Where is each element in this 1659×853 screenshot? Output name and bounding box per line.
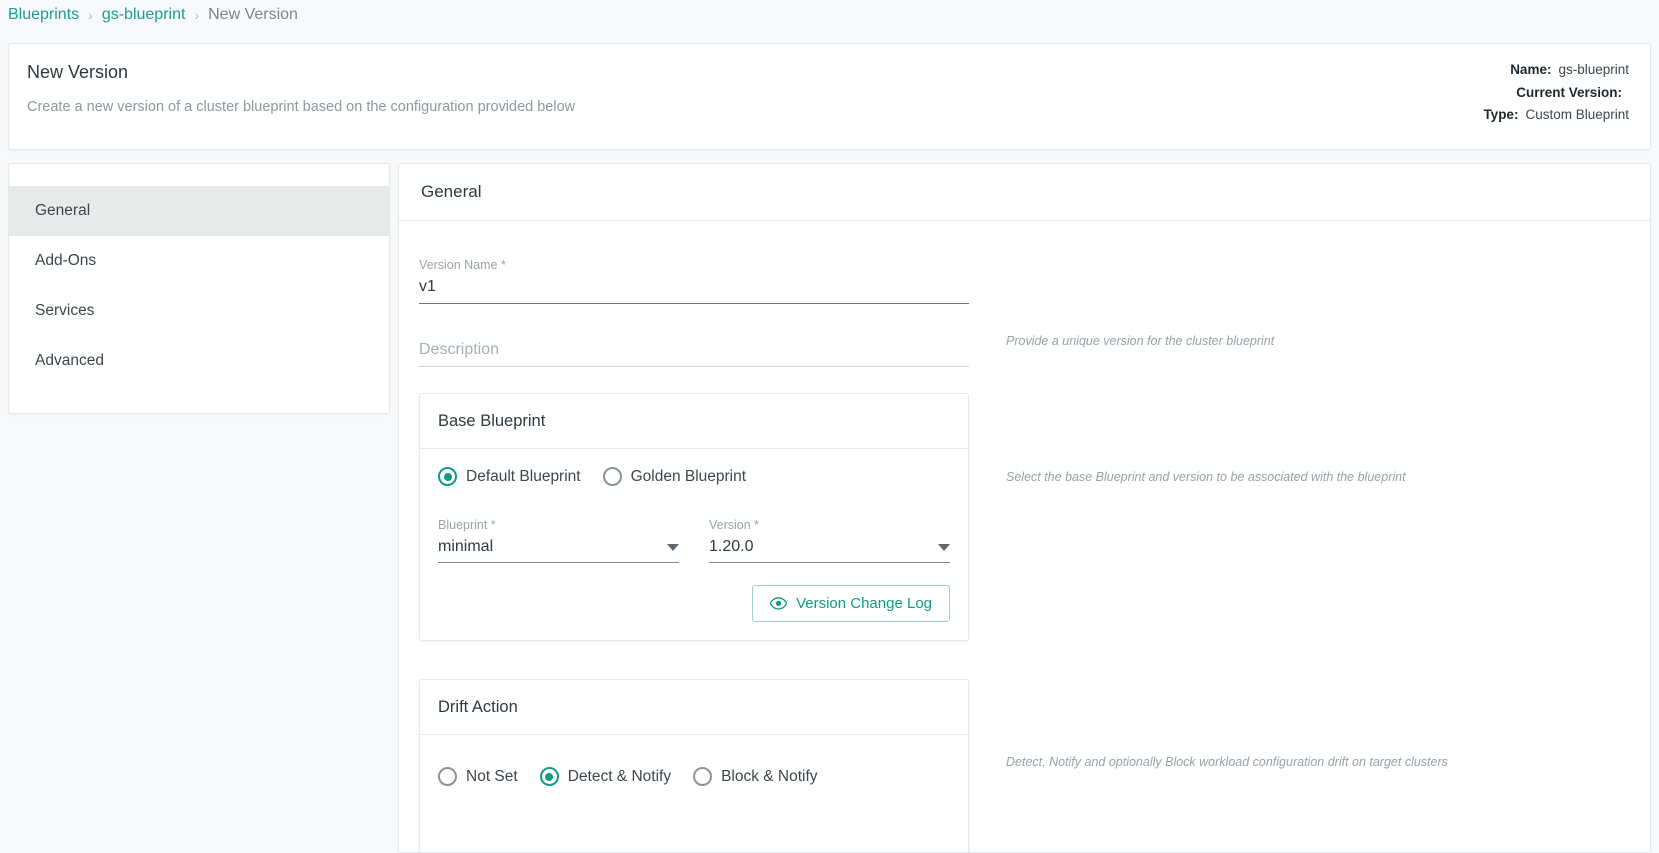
change-log-button-row: Version Change Log [438,585,950,622]
metadata-label-current-version: Current Version: [1516,84,1622,100]
blueprint-select-value: minimal [438,538,494,555]
metadata-row-name: Name: gs-blueprint [1483,59,1629,82]
base-blueprint-title: Base Blueprint [420,394,968,449]
version-name-field-group: Version Name * v1 [419,258,969,304]
radio-option-detect-notify[interactable]: Detect & Notify [539,767,683,786]
breadcrumb-item-gs-blueprint[interactable]: gs-blueprint [102,6,186,24]
blueprint-select[interactable]: minimal [438,538,679,563]
sidebar-item-label: Add-Ons [35,252,97,269]
version-select-group: Version * 1.20.0 [709,518,950,563]
sidebar-item-label: Services [35,302,95,319]
radio-label-not-set: Not Set [466,767,518,785]
breadcrumb-item-new-version: New Version [208,6,298,23]
blueprint-select-label: Blueprint * [438,518,496,532]
general-settings-panel: General Version Name * v1 Provide a uniq… [398,163,1651,853]
description-input[interactable]: Description [419,341,969,367]
drift-action-title: Drift Action [420,680,968,735]
breadcrumb: Blueprints › gs-blueprint › New Version [0,0,1659,30]
blueprint-metadata: Name: gs-blueprint Current Version: Type… [1483,59,1629,127]
radio-label-detect-notify: Detect & Notify [567,767,672,785]
chevron-down-icon[interactable] [667,544,679,551]
radio-option-golden-blueprint[interactable]: Golden Blueprint [602,467,758,486]
sidebar-item-advanced[interactable]: Advanced [9,336,389,386]
radio-icon-unselected[interactable] [602,467,622,486]
metadata-label-type: Type: [1483,107,1519,122]
version-select-value: 1.20.0 [709,538,754,555]
base-blueprint-body: Default Blueprint Golden Blueprint Bluep… [420,449,968,640]
metadata-row-current-version: Current Version: [1483,82,1629,105]
radio-label-block-notify: Block & Notify [721,767,818,785]
version-change-log-button[interactable]: Version Change Log [752,585,950,622]
breadcrumb-item-blueprints[interactable]: Blueprints [8,6,79,24]
drift-action-hint: Detect, Notify and optionally Block work… [1006,755,1448,769]
sidebar-item-label: Advanced [35,352,104,369]
metadata-label-name: Name: [1510,62,1552,77]
radio-icon-selected[interactable] [539,767,559,786]
page-header-card: New Version Create a new version of a cl… [8,43,1651,150]
breadcrumb-separator-icon: › [194,7,200,23]
radio-option-block-notify[interactable]: Block & Notify [693,767,829,786]
description-field-group: Description [419,341,969,367]
breadcrumb-separator-icon: › [88,7,93,23]
version-name-label: Version Name * [419,258,506,272]
radio-icon-unselected[interactable] [438,767,457,786]
drift-action-body: Not Set Detect & Notify Block & Notify [420,735,968,804]
radio-icon-selected[interactable] [438,467,457,486]
radio-option-default-blueprint[interactable]: Default Blueprint [438,467,593,486]
base-blueprint-card: Base Blueprint Default Blueprint Golden … [419,393,969,641]
drift-action-card: Drift Action Not Set Detect & Notify Blo… [419,679,969,852]
base-blueprint-hint: Select the base Blueprint and version to… [1006,470,1406,484]
version-change-log-label: Version Change Log [796,595,932,612]
metadata-row-type: Type: Custom Blueprint [1483,104,1629,127]
drift-action-radio-group: Not Set Detect & Notify Block & Notify [438,767,950,786]
sidebar-item-general[interactable]: General [9,186,389,236]
version-name-hint: Provide a unique version for the cluster… [1006,334,1275,348]
metadata-value-name: gs-blueprint [1558,62,1629,77]
blueprint-select-group: Blueprint * minimal [438,518,679,563]
radio-label-default-blueprint: Default Blueprint [466,467,581,485]
radio-icon-unselected[interactable] [693,767,713,786]
sidebar-item-add-ons[interactable]: Add-Ons [9,236,389,286]
page-title: New Version [27,62,129,82]
sidebar-item-services[interactable]: Services [9,286,389,336]
version-select-label: Version * [709,518,760,532]
page-subtitle: Create a new version of a cluster bluepr… [27,99,576,115]
metadata-value-type: Custom Blueprint [1525,107,1629,122]
version-select[interactable]: 1.20.0 [709,538,950,563]
base-blueprint-selects: Blueprint * minimal Version * 1.20.0 [438,518,950,563]
radio-label-golden-blueprint: Golden Blueprint [630,467,747,485]
version-name-input[interactable]: v1 [419,278,969,304]
settings-nav-card: General Add-Ons Services Advanced [8,163,390,414]
eye-icon [770,597,788,610]
chevron-down-icon[interactable] [938,544,950,551]
base-blueprint-radio-group: Default Blueprint Golden Blueprint [438,467,950,486]
radio-option-not-set[interactable]: Not Set [438,767,530,786]
panel-title: General [399,164,1650,221]
sidebar-item-label: General [35,202,91,219]
